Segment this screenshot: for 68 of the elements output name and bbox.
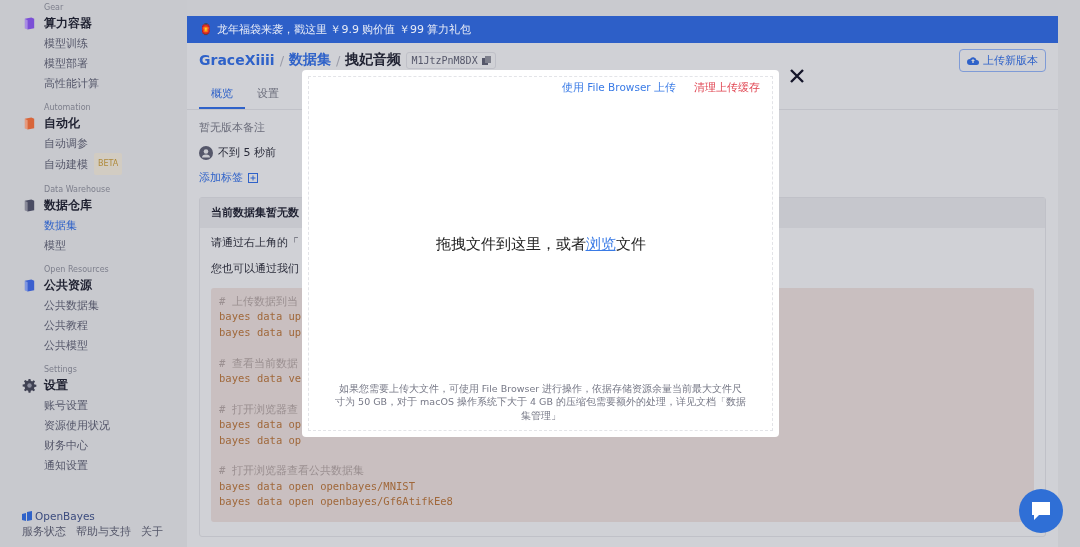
logo-icon: [22, 511, 32, 521]
section-label: Open Resources: [44, 265, 110, 275]
breadcrumb-link[interactable]: GraceXiiii: [199, 52, 275, 68]
breadcrumb-separator: /: [336, 52, 341, 68]
breadcrumb-link[interactable]: 数据集: [289, 51, 332, 69]
section-title: 算力容器: [44, 14, 92, 32]
beta-badge: BETA: [94, 153, 123, 175]
plus-square-icon: [248, 172, 258, 183]
dialog-link[interactable]: 清理上传缓存: [694, 81, 760, 95]
section-label: Gear: [44, 3, 65, 13]
nav-item[interactable]: 公共模型: [44, 335, 88, 355]
dataset-id: M1JtzPnM8DX: [406, 51, 496, 69]
code-line: bayes data op: [219, 432, 302, 448]
dialog-link[interactable]: 使用 File Browser 上传: [561, 81, 676, 95]
code-line: bayes data up: [219, 309, 302, 325]
updated-time: 不到 5 秒前: [218, 145, 276, 160]
nav-item[interactable]: 账号设置: [44, 395, 88, 415]
cloud-upload-icon: [967, 55, 979, 65]
nav-item[interactable]: 自动调参: [44, 133, 88, 153]
cube-icon: [22, 197, 37, 213]
section-title: 数据仓库: [44, 196, 92, 214]
section-title: 公共资源: [44, 276, 92, 294]
nav-item[interactable]: 模型部署: [44, 53, 88, 73]
add-tag-link[interactable]: 添加标签: [199, 170, 258, 185]
nav-item[interactable]: 自动建模 BETA: [44, 153, 123, 175]
promo-banner[interactable]: 🏮 龙年福袋来袭，戳这里 ￥9.9 购价值 ￥99 算力礼包: [187, 16, 1058, 43]
section-label: Automation: [44, 103, 92, 113]
version-note: 暂无版本备注: [199, 120, 266, 135]
cube-icon: [22, 15, 37, 31]
cube-icon: [22, 115, 37, 131]
nav-item[interactable]: 资源使用状况: [44, 415, 110, 435]
code-line: bayes data ve: [219, 371, 302, 386]
upload-version-button[interactable]: 上传新版本: [959, 48, 1046, 72]
drop-zone-text: 拖拽文件到这里，或者浏览文件: [434, 235, 647, 254]
footer-link[interactable]: 关于: [141, 525, 163, 539]
footer-link[interactable]: 服务状态: [22, 525, 66, 539]
tab[interactable]: 设置: [245, 82, 291, 109]
code-line: bayes data open openbayes/MNIST: [219, 478, 415, 494]
code-line: bayes data up: [219, 324, 302, 340]
nav-item[interactable]: 模型: [44, 235, 66, 255]
code-line: bayes data op: [219, 417, 302, 433]
nav-item[interactable]: 高性能计算: [44, 73, 99, 93]
instruction-text: 您也可以通过我们: [211, 262, 299, 276]
section-title: 自动化: [44, 114, 80, 132]
upload-note: 如果您需要上传大文件，可使用 File Browser 进行操作，依据存储资源余量当前最大文件尺寸为 50 GB，对于 macOS 操作系统下大于 4 GB 的压缩包需要额外的处理，详见文档「数据集管理」: [334, 381, 747, 422]
section-label: Settings: [44, 365, 78, 375]
cube-icon: [22, 277, 37, 293]
nav-item[interactable]: 公共数据集: [44, 295, 99, 315]
nav-item[interactable]: 财务中心: [44, 435, 88, 455]
section-title: 设置: [44, 376, 68, 394]
section-label: Data Warehouse: [44, 185, 112, 195]
nav-item[interactable]: 数据集: [44, 215, 77, 235]
copy-icon[interactable]: [481, 55, 491, 65]
brand-name: OpenBayes: [35, 510, 95, 522]
instruction-text: 请通过右上角的「: [211, 236, 299, 250]
breadcrumb-separator: /: [279, 52, 285, 68]
code-line: bayes data open openbayes/Gf6AtifkEe8: [219, 494, 453, 510]
tab[interactable]: 概览: [199, 82, 245, 109]
nav-item[interactable]: 通知设置: [44, 455, 88, 475]
avatar-icon: [199, 145, 213, 160]
nav-item[interactable]: 公共教程: [44, 315, 88, 335]
chat-bubble-icon: [1030, 501, 1052, 521]
browse-link[interactable]: 浏览: [585, 236, 616, 252]
footer-link[interactable]: 帮助与支持: [76, 525, 131, 539]
dataset-name: 拽妃音频: [345, 51, 402, 69]
gear-icon: [22, 377, 37, 393]
close-icon[interactable]: [788, 67, 806, 85]
nav-item[interactable]: 模型训练: [44, 33, 88, 53]
